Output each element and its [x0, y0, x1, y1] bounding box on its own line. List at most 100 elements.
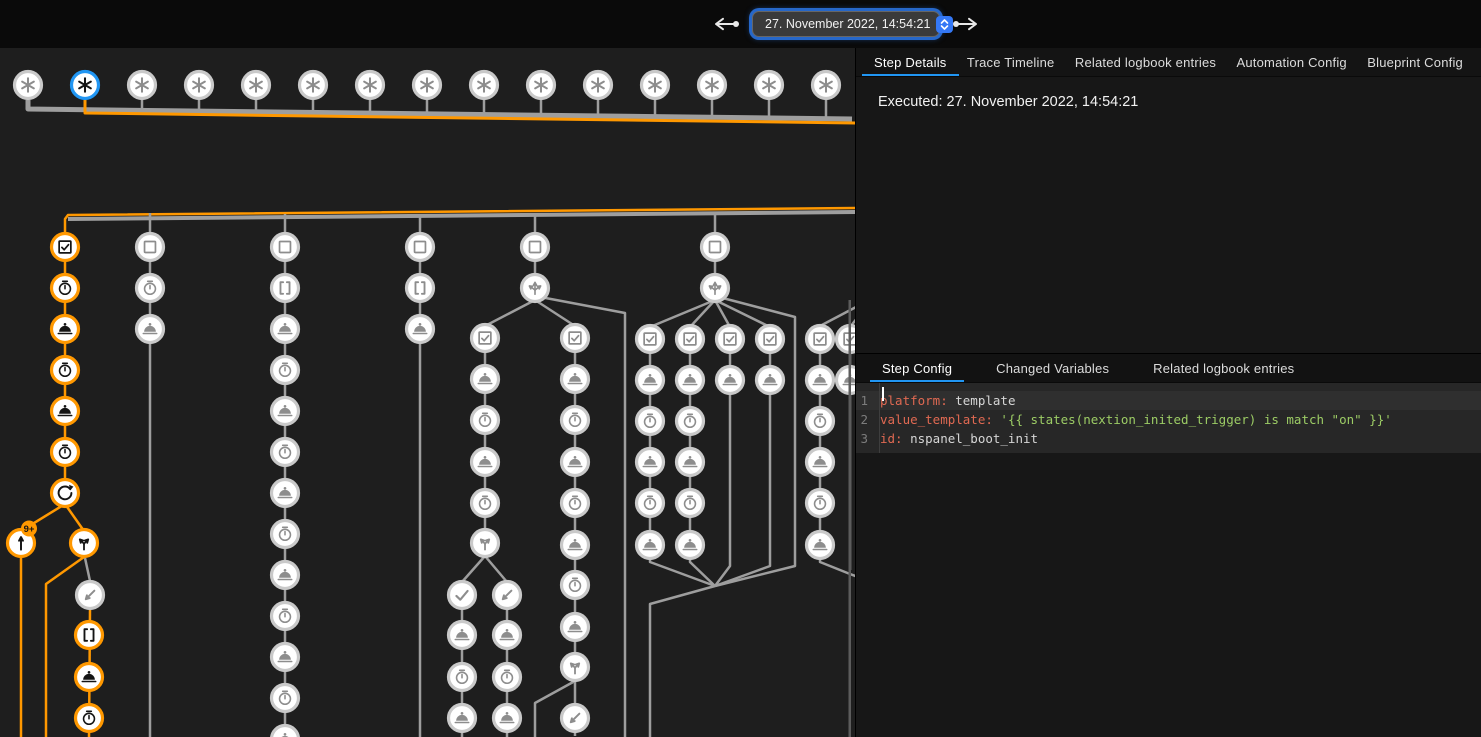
delay-timer-icon-node[interactable] [807, 490, 834, 517]
call-split-icon-node[interactable] [71, 530, 98, 557]
service-call-icon-node[interactable] [272, 726, 299, 737]
code-line-1[interactable]: 1platform: template [856, 391, 1481, 410]
tab-related-logbook-entries[interactable]: Related logbook entries [1071, 48, 1220, 76]
trigger-asterisk-icon-node[interactable] [300, 72, 327, 99]
condition-checkbox-marked-icon-node[interactable] [562, 325, 589, 352]
delay-timer-icon-node[interactable] [472, 407, 499, 434]
condition-checkbox-blank-icon-node[interactable] [137, 234, 164, 261]
tab-related-logbook-entries[interactable]: Related logbook entries [1149, 354, 1298, 382]
service-call-icon-node[interactable] [807, 449, 834, 476]
delay-timer-icon-node[interactable] [562, 407, 589, 434]
previous-run-button[interactable] [712, 16, 740, 32]
tab-trace-timeline[interactable]: Trace Timeline [963, 48, 1059, 76]
trigger-asterisk-icon-node[interactable] [699, 72, 726, 99]
delay-timer-icon-node[interactable] [272, 521, 299, 548]
parallel-arrows-icon-node[interactable] [522, 275, 549, 302]
condition-checkbox-blank-icon-node[interactable] [522, 234, 549, 261]
service-call-icon-node[interactable] [52, 316, 79, 343]
delay-timer-icon-node[interactable] [137, 275, 164, 302]
tab-step-details[interactable]: Step Details [870, 48, 951, 76]
service-call-icon-node[interactable] [562, 532, 589, 559]
condition-checkbox-marked-icon-node[interactable] [757, 326, 784, 353]
check-icon-node[interactable] [449, 582, 476, 609]
delay-timer-icon-node[interactable] [677, 490, 704, 517]
service-call-icon-node[interactable] [677, 532, 704, 559]
trigger-asterisk-icon-node[interactable] [756, 72, 783, 99]
service-call-icon-node[interactable] [76, 664, 103, 691]
trigger-asterisk-icon-node[interactable] [186, 72, 213, 99]
service-call-icon-node[interactable] [449, 705, 476, 732]
service-call-icon-node[interactable] [677, 367, 704, 394]
delay-timer-icon-node[interactable] [52, 439, 79, 466]
condition-checkbox-marked-icon-node[interactable] [52, 234, 79, 261]
run-datetime-select[interactable]: 27. November 2022, 14:54:21 [752, 11, 940, 37]
service-call-icon-node[interactable] [272, 480, 299, 507]
delay-timer-icon-node[interactable] [272, 603, 299, 630]
service-call-icon-node[interactable] [562, 614, 589, 641]
call-split-icon-node[interactable] [562, 654, 589, 681]
delay-timer-icon-node[interactable] [807, 408, 834, 435]
trigger-asterisk-icon-node[interactable] [414, 72, 441, 99]
trigger-asterisk-icon-node[interactable] [813, 72, 840, 99]
service-call-icon-node[interactable] [637, 449, 664, 476]
condition-checkbox-blank-icon-node[interactable] [407, 234, 434, 261]
trigger-asterisk-icon-node[interactable] [15, 72, 42, 99]
service-call-icon-node[interactable] [449, 622, 476, 649]
service-call-icon-node[interactable] [717, 367, 744, 394]
delay-timer-icon-node[interactable] [272, 439, 299, 466]
arrow-bottom-left-icon-node[interactable] [562, 705, 589, 732]
wait-template-brackets-icon-node[interactable] [272, 275, 299, 302]
arrow-bottom-left-icon-node[interactable] [494, 582, 521, 609]
service-call-icon-node[interactable] [472, 449, 499, 476]
parallel-arrows-icon-node[interactable] [702, 275, 729, 302]
wait-template-brackets-icon-node[interactable] [407, 275, 434, 302]
tab-step-config[interactable]: Step Config [878, 354, 956, 382]
delay-timer-icon-node[interactable] [562, 490, 589, 517]
trigger-asterisk-icon-node[interactable] [585, 72, 612, 99]
tab-changed-variables[interactable]: Changed Variables [992, 354, 1113, 382]
delay-timer-icon-node[interactable] [76, 705, 103, 732]
trace-graph-pane[interactable]: 9+ [0, 48, 855, 737]
trigger-asterisk-icon-node[interactable] [357, 72, 384, 99]
service-call-icon-node[interactable] [472, 366, 499, 393]
selected-trigger-asterisk-icon-node[interactable] [72, 72, 99, 99]
service-call-icon-node[interactable] [494, 622, 521, 649]
condition-checkbox-marked-icon-node[interactable] [717, 326, 744, 353]
condition-checkbox-marked-icon-node[interactable] [472, 325, 499, 352]
delay-timer-icon-node[interactable] [52, 275, 79, 302]
next-run-button[interactable] [952, 16, 980, 32]
delay-timer-icon-node[interactable] [637, 408, 664, 435]
trigger-asterisk-icon-node[interactable] [642, 72, 669, 99]
repeat-refresh-icon-node[interactable] [52, 480, 79, 507]
service-call-icon-node[interactable] [562, 366, 589, 393]
tab-blueprint-config[interactable]: Blueprint Config [1363, 48, 1467, 76]
condition-checkbox-marked-icon-node[interactable] [837, 326, 856, 353]
trigger-asterisk-icon-node[interactable] [129, 72, 156, 99]
arrow-bottom-left-icon-node[interactable] [77, 582, 104, 609]
delay-timer-icon-node[interactable] [472, 490, 499, 517]
service-call-icon-node[interactable] [137, 316, 164, 343]
service-call-icon-node[interactable] [494, 705, 521, 732]
service-call-icon-node[interactable] [637, 532, 664, 559]
delay-timer-icon-node[interactable] [562, 572, 589, 599]
service-call-icon-node[interactable] [677, 449, 704, 476]
service-call-icon-node[interactable] [52, 398, 79, 425]
service-call-icon-node[interactable] [562, 449, 589, 476]
condition-checkbox-blank-icon-node[interactable] [272, 234, 299, 261]
condition-checkbox-marked-icon-node[interactable] [637, 326, 664, 353]
delay-timer-icon-node[interactable] [52, 357, 79, 384]
condition-checkbox-blank-icon-node[interactable] [702, 234, 729, 261]
delay-timer-icon-node[interactable] [449, 664, 476, 691]
trigger-asterisk-icon-node[interactable] [528, 72, 555, 99]
code-line-3[interactable]: 3id: nspanel_boot_init [856, 429, 1481, 448]
tab-automation-config[interactable]: Automation Config [1233, 48, 1351, 76]
service-call-icon-node[interactable] [407, 316, 434, 343]
code-line-2[interactable]: 2value_template: '{{ states(nextion_init… [856, 410, 1481, 429]
condition-checkbox-marked-icon-node[interactable] [677, 326, 704, 353]
trigger-asterisk-icon-node[interactable] [243, 72, 270, 99]
graph-scrollbar-thumb[interactable] [849, 300, 852, 737]
service-call-icon-node[interactable] [757, 367, 784, 394]
service-call-icon-node[interactable] [837, 367, 856, 394]
service-call-icon-node[interactable] [272, 562, 299, 589]
delay-timer-icon-node[interactable] [677, 408, 704, 435]
